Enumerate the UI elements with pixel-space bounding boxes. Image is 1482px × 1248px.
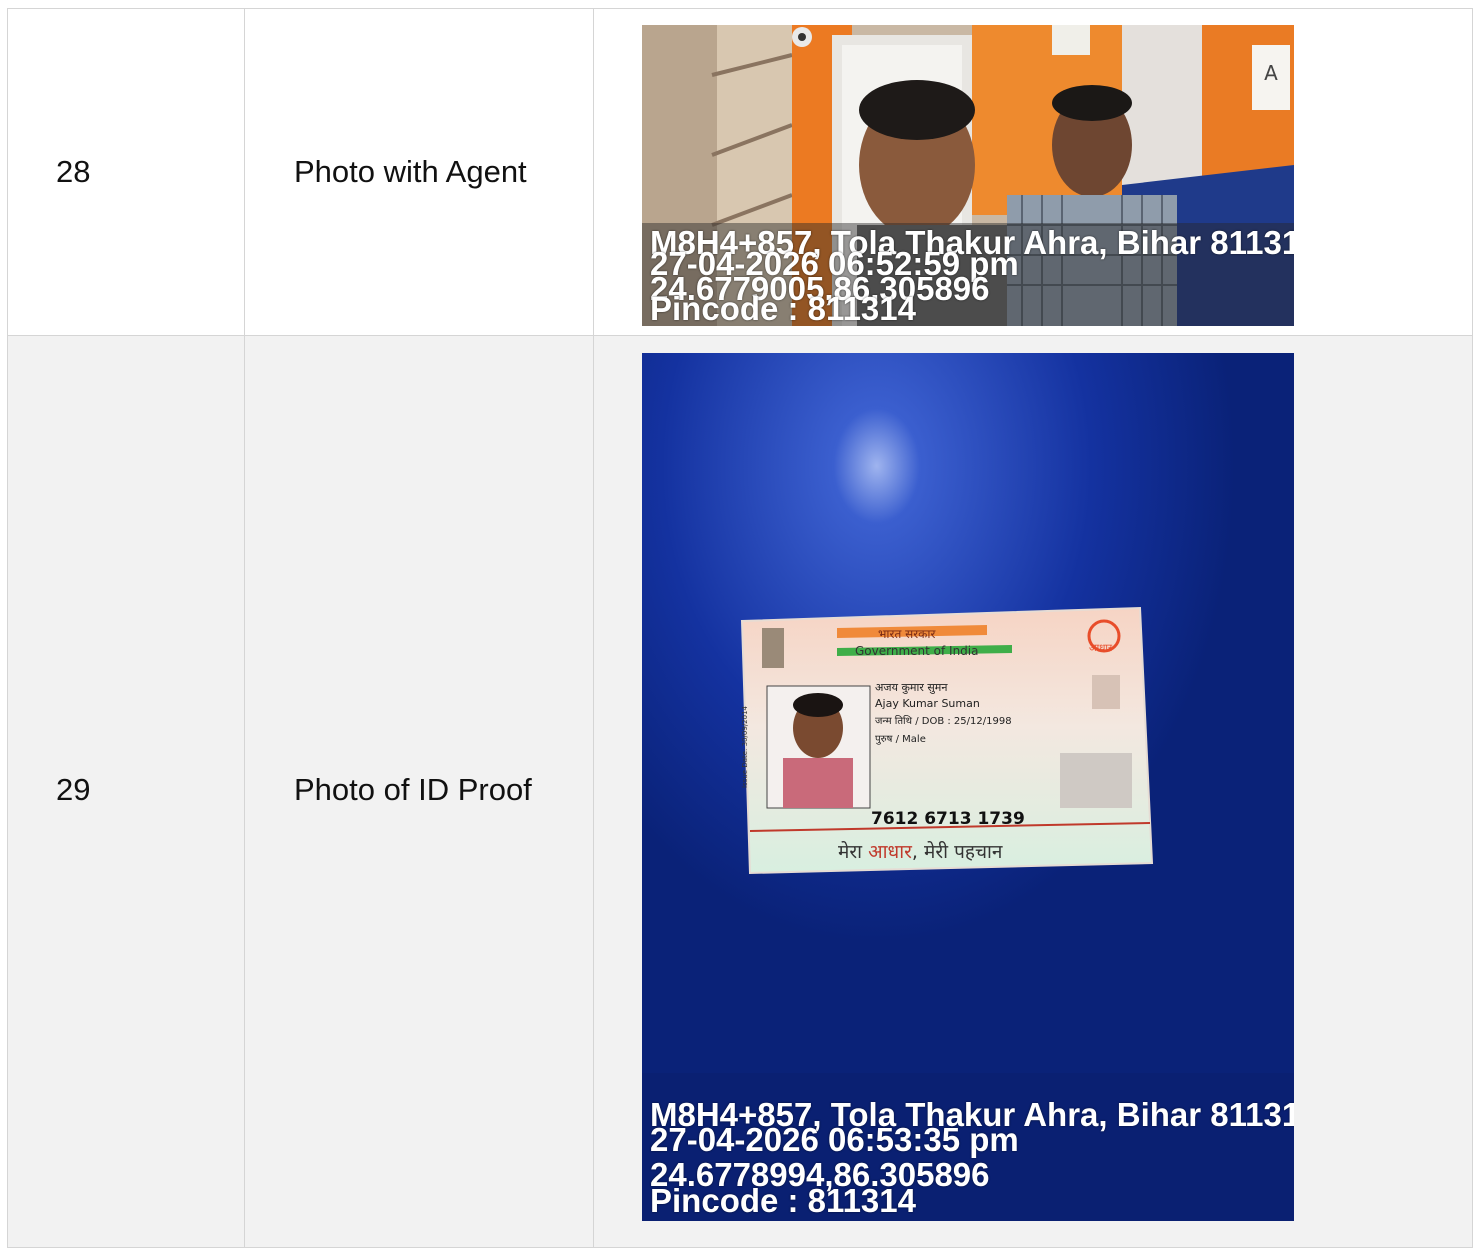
row-label-cell: Photo with Agent (244, 8, 594, 336)
row-number: 28 (56, 154, 91, 189)
id-proof-photo[interactable]: भारत सरकार Government of India आधार अजय … (642, 353, 1294, 1221)
id-card-dob: जन्म तिथि / DOB : 25/12/1998 (875, 716, 1012, 727)
agent-photo[interactable]: A M8H4+857, Tola Thakur Ahra, Bihar 8113… (642, 25, 1294, 326)
row-label: Photo with Agent (294, 154, 527, 189)
id-card-tagline-part2: आधार (868, 841, 912, 863)
id-card-issue-date: Issue Date: 30/09/2014 (741, 706, 749, 788)
row-label-cell: Photo of ID Proof (244, 335, 594, 1248)
row-photo-cell: A M8H4+857, Tola Thakur Ahra, Bihar 8113… (593, 8, 1473, 336)
id-card-gender: पुरुष / Male (875, 734, 926, 745)
id-card-name-english: Ajay Kumar Suman (875, 697, 980, 710)
row-number: 29 (56, 772, 91, 807)
row-number-cell: 28 (7, 8, 245, 336)
row-label: Photo of ID Proof (294, 772, 532, 807)
photo-overlay-line-pincode: Pincode : 811314 (650, 1182, 916, 1219)
id-card-tagline: मेरा आधार, मेरी पहचान (838, 838, 1002, 864)
photo-overlay-line-timestamp: 27-04-2026 06:53:35 pm (650, 1121, 1019, 1158)
id-card-logo-text: आधार (1089, 643, 1113, 654)
table-row: 29 Photo of ID Proof भारत सरकार Governme… (7, 335, 1473, 1248)
id-card-number: 7612 6713 1739 (871, 809, 1025, 829)
photo-overlay-line-pincode: Pincode : 811314 (650, 290, 916, 326)
id-proof-photo-image (642, 353, 1294, 1221)
photo-evidence-table: 28 Photo with Agent A M8H4+857, Tola Tha… (7, 8, 1473, 1248)
id-card-tagline-part3: , मेरी पहचान (911, 841, 1003, 863)
id-card-header-hindi: भारत सरकार (878, 627, 936, 641)
row-photo-cell: भारत सरकार Government of India आधार अजय … (593, 335, 1473, 1248)
table-row: 28 Photo with Agent A M8H4+857, Tola Tha… (7, 8, 1473, 336)
id-card-tagline-part1: मेरा (838, 841, 869, 863)
id-card-name-hindi: अजय कुमार सुमन (875, 681, 948, 694)
svg-text:A: A (1264, 61, 1278, 85)
row-number-cell: 29 (7, 335, 245, 1248)
id-card-header-english: Government of India (855, 644, 979, 658)
